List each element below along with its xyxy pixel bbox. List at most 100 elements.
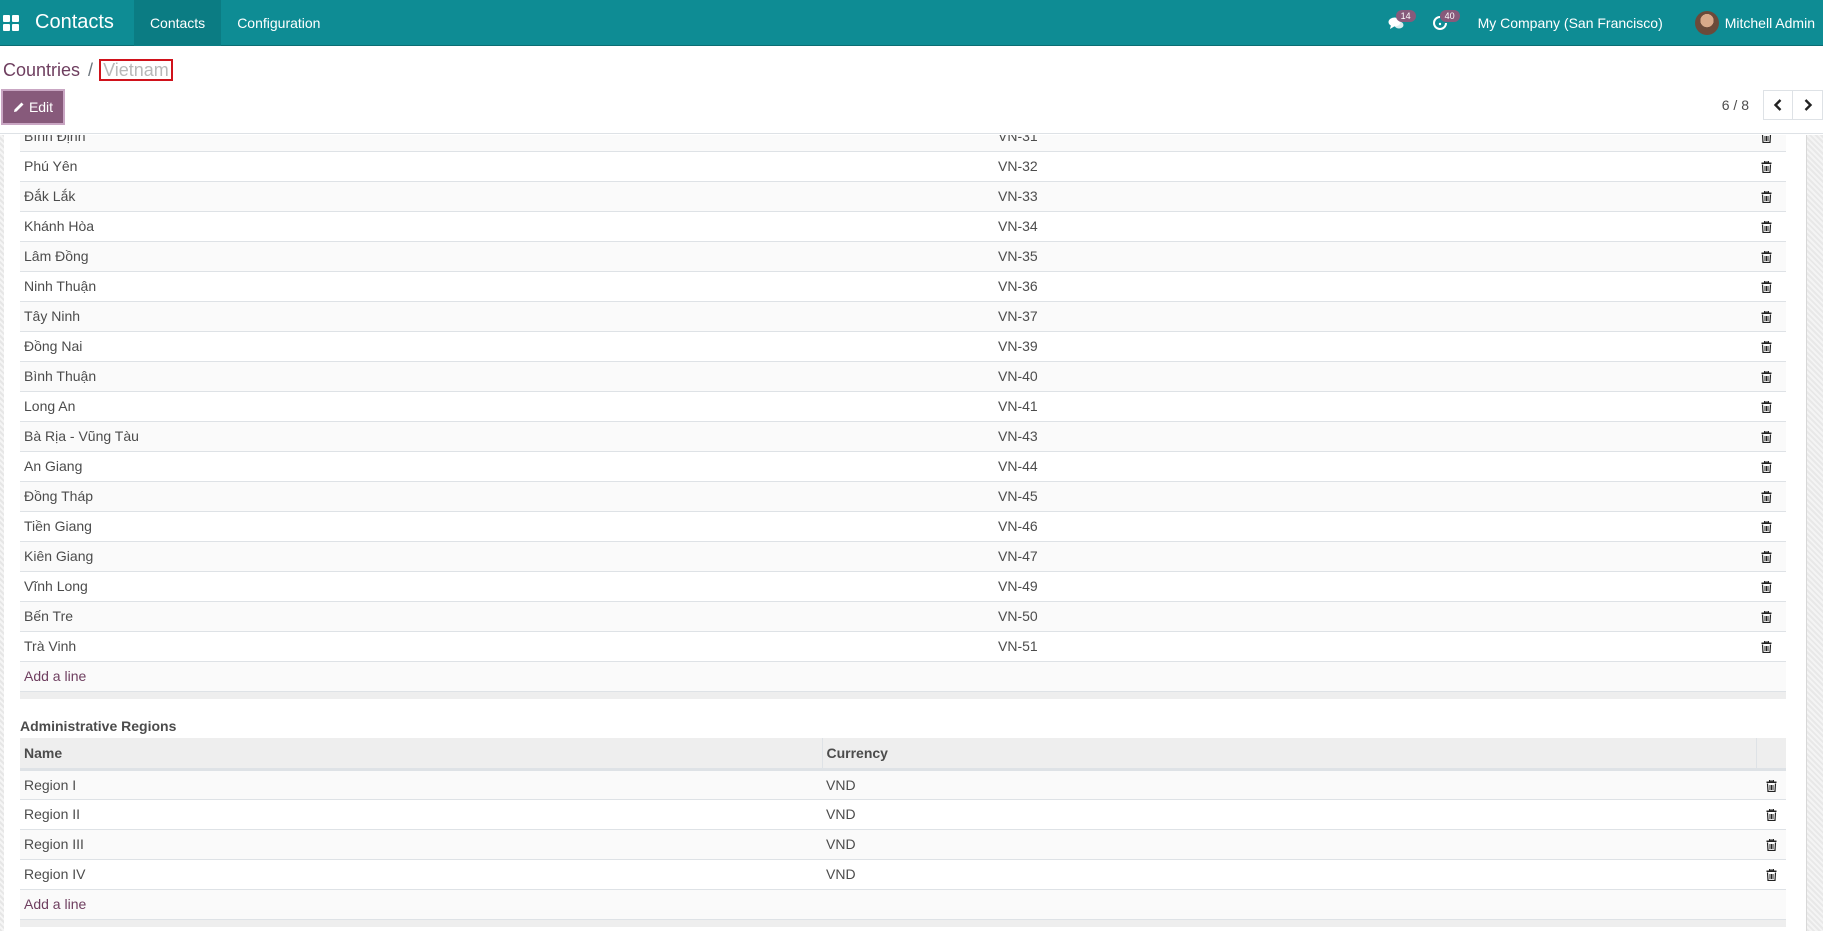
region-row[interactable]: Region III VND bbox=[20, 829, 1786, 860]
delete-state-button[interactable] bbox=[1746, 601, 1786, 632]
pager-previous-button[interactable] bbox=[1763, 90, 1793, 120]
state-name[interactable]: Bình Định bbox=[20, 135, 994, 152]
state-code[interactable]: VN-34 bbox=[994, 211, 1746, 242]
state-name[interactable]: Bình Thuận bbox=[20, 361, 994, 392]
state-code[interactable]: VN-46 bbox=[994, 511, 1746, 542]
delete-state-button[interactable] bbox=[1746, 451, 1786, 482]
state-row[interactable]: An Giang VN-44 bbox=[20, 451, 1786, 482]
state-code[interactable]: VN-50 bbox=[994, 601, 1746, 632]
user-menu[interactable]: Mitchell Admin bbox=[1683, 10, 1823, 35]
state-code[interactable]: VN-31 bbox=[994, 135, 1746, 152]
state-name[interactable]: Bà Rịa - Vũng Tàu bbox=[20, 421, 994, 452]
delete-state-button[interactable] bbox=[1746, 391, 1786, 422]
delete-state-button[interactable] bbox=[1746, 541, 1786, 572]
state-row[interactable]: Bình Thuận VN-40 bbox=[20, 361, 1786, 392]
delete-state-button[interactable] bbox=[1746, 181, 1786, 212]
pager-next-button[interactable] bbox=[1793, 90, 1823, 120]
state-row[interactable]: Tây Ninh VN-37 bbox=[20, 301, 1786, 332]
delete-state-button[interactable] bbox=[1746, 511, 1786, 542]
pager-value[interactable]: 6 / 8 bbox=[1722, 97, 1749, 113]
state-name[interactable]: Đồng Nai bbox=[20, 331, 994, 362]
delete-state-button[interactable] bbox=[1746, 241, 1786, 272]
state-name[interactable]: Bến Tre bbox=[20, 601, 994, 632]
delete-state-button[interactable] bbox=[1746, 631, 1786, 662]
delete-state-button[interactable] bbox=[1746, 271, 1786, 302]
state-name[interactable]: Trà Vinh bbox=[20, 631, 994, 662]
state-code[interactable]: VN-44 bbox=[994, 451, 1746, 482]
state-row[interactable]: Đồng Tháp VN-45 bbox=[20, 481, 1786, 512]
region-row[interactable]: Region I VND bbox=[20, 769, 1786, 800]
delete-state-button[interactable] bbox=[1746, 571, 1786, 602]
state-code[interactable]: VN-33 bbox=[994, 181, 1746, 212]
state-name[interactable]: Lâm Đồng bbox=[20, 241, 994, 272]
vertical-scrollbar[interactable] bbox=[1806, 135, 1823, 931]
state-row[interactable]: Phú Yên VN-32 bbox=[20, 151, 1786, 182]
state-name[interactable]: Vĩnh Long bbox=[20, 571, 994, 602]
region-row[interactable]: Region IV VND bbox=[20, 859, 1786, 890]
delete-region-button[interactable] bbox=[1756, 799, 1786, 830]
state-row[interactable]: Đồng Nai VN-39 bbox=[20, 331, 1786, 362]
state-name[interactable]: Đắk Lắk bbox=[20, 181, 994, 212]
column-header-name[interactable]: Name bbox=[20, 738, 823, 771]
delete-state-button[interactable] bbox=[1746, 135, 1786, 152]
state-row[interactable]: Lâm Đồng VN-35 bbox=[20, 241, 1786, 272]
state-code[interactable]: VN-51 bbox=[994, 631, 1746, 662]
state-row[interactable]: Bà Rịa - Vũng Tàu VN-43 bbox=[20, 421, 1786, 452]
state-row[interactable]: Khánh Hòa VN-34 bbox=[20, 211, 1786, 242]
state-row[interactable]: Đắk Lắk VN-33 bbox=[20, 181, 1786, 212]
delete-region-button[interactable] bbox=[1756, 829, 1786, 860]
state-code[interactable]: VN-35 bbox=[994, 241, 1746, 272]
region-currency[interactable]: VND bbox=[822, 859, 1756, 890]
delete-state-button[interactable] bbox=[1746, 151, 1786, 182]
state-code[interactable]: VN-49 bbox=[994, 571, 1746, 602]
region-name[interactable]: Region IV bbox=[20, 859, 822, 890]
state-name[interactable]: Tây Ninh bbox=[20, 301, 994, 332]
menu-contacts[interactable]: Contacts bbox=[133, 0, 222, 46]
state-row[interactable]: Tiền Giang VN-46 bbox=[20, 511, 1786, 542]
states-add-line-link[interactable]: Add a line bbox=[24, 668, 86, 684]
delete-state-button[interactable] bbox=[1746, 361, 1786, 392]
menu-configuration[interactable]: Configuration bbox=[221, 0, 336, 46]
state-code[interactable]: VN-41 bbox=[994, 391, 1746, 422]
state-name[interactable]: Ninh Thuận bbox=[20, 271, 994, 302]
state-name[interactable]: An Giang bbox=[20, 451, 994, 482]
state-row[interactable]: Trà Vinh VN-51 bbox=[20, 631, 1786, 662]
state-code[interactable]: VN-39 bbox=[994, 331, 1746, 362]
region-currency[interactable]: VND bbox=[822, 829, 1756, 860]
edit-button[interactable]: Edit bbox=[1, 89, 65, 125]
regions-add-line-link[interactable]: Add a line bbox=[24, 896, 86, 912]
delete-state-button[interactable] bbox=[1746, 331, 1786, 362]
delete-state-button[interactable] bbox=[1746, 421, 1786, 452]
region-name[interactable]: Region I bbox=[20, 769, 822, 800]
state-row[interactable]: Long An VN-41 bbox=[20, 391, 1786, 422]
app-name[interactable]: Contacts bbox=[35, 11, 134, 34]
state-name[interactable]: Long An bbox=[20, 391, 994, 422]
delete-state-button[interactable] bbox=[1746, 481, 1786, 512]
state-code[interactable]: VN-47 bbox=[994, 541, 1746, 572]
state-row[interactable]: Ninh Thuận VN-36 bbox=[20, 271, 1786, 302]
delete-region-button[interactable] bbox=[1756, 859, 1786, 890]
messages-button[interactable]: 14 bbox=[1374, 0, 1418, 46]
state-row[interactable]: Kiên Giang VN-47 bbox=[20, 541, 1786, 572]
state-code[interactable]: VN-36 bbox=[994, 271, 1746, 302]
delete-state-button[interactable] bbox=[1746, 211, 1786, 242]
activities-button[interactable]: 40 bbox=[1418, 0, 1462, 46]
state-row[interactable]: Vĩnh Long VN-49 bbox=[20, 571, 1786, 602]
delete-region-button[interactable] bbox=[1756, 769, 1786, 800]
region-name[interactable]: Region II bbox=[20, 799, 822, 830]
column-header-currency[interactable]: Currency bbox=[822, 738, 1757, 771]
region-row[interactable]: Region II VND bbox=[20, 799, 1786, 830]
region-currency[interactable]: VND bbox=[822, 769, 1756, 800]
state-code[interactable]: VN-32 bbox=[994, 151, 1746, 182]
region-currency[interactable]: VND bbox=[822, 799, 1756, 830]
state-code[interactable]: VN-45 bbox=[994, 481, 1746, 512]
region-name[interactable]: Region III bbox=[20, 829, 822, 860]
breadcrumb-countries[interactable]: Countries bbox=[3, 60, 80, 81]
company-switcher[interactable]: My Company (San Francisco) bbox=[1462, 15, 1683, 31]
state-name[interactable]: Kiên Giang bbox=[20, 541, 994, 572]
state-name[interactable]: Đồng Tháp bbox=[20, 481, 994, 512]
state-code[interactable]: VN-40 bbox=[994, 361, 1746, 392]
state-row[interactable]: Bình Định VN-31 bbox=[20, 135, 1786, 152]
state-name[interactable]: Khánh Hòa bbox=[20, 211, 994, 242]
state-code[interactable]: VN-37 bbox=[994, 301, 1746, 332]
